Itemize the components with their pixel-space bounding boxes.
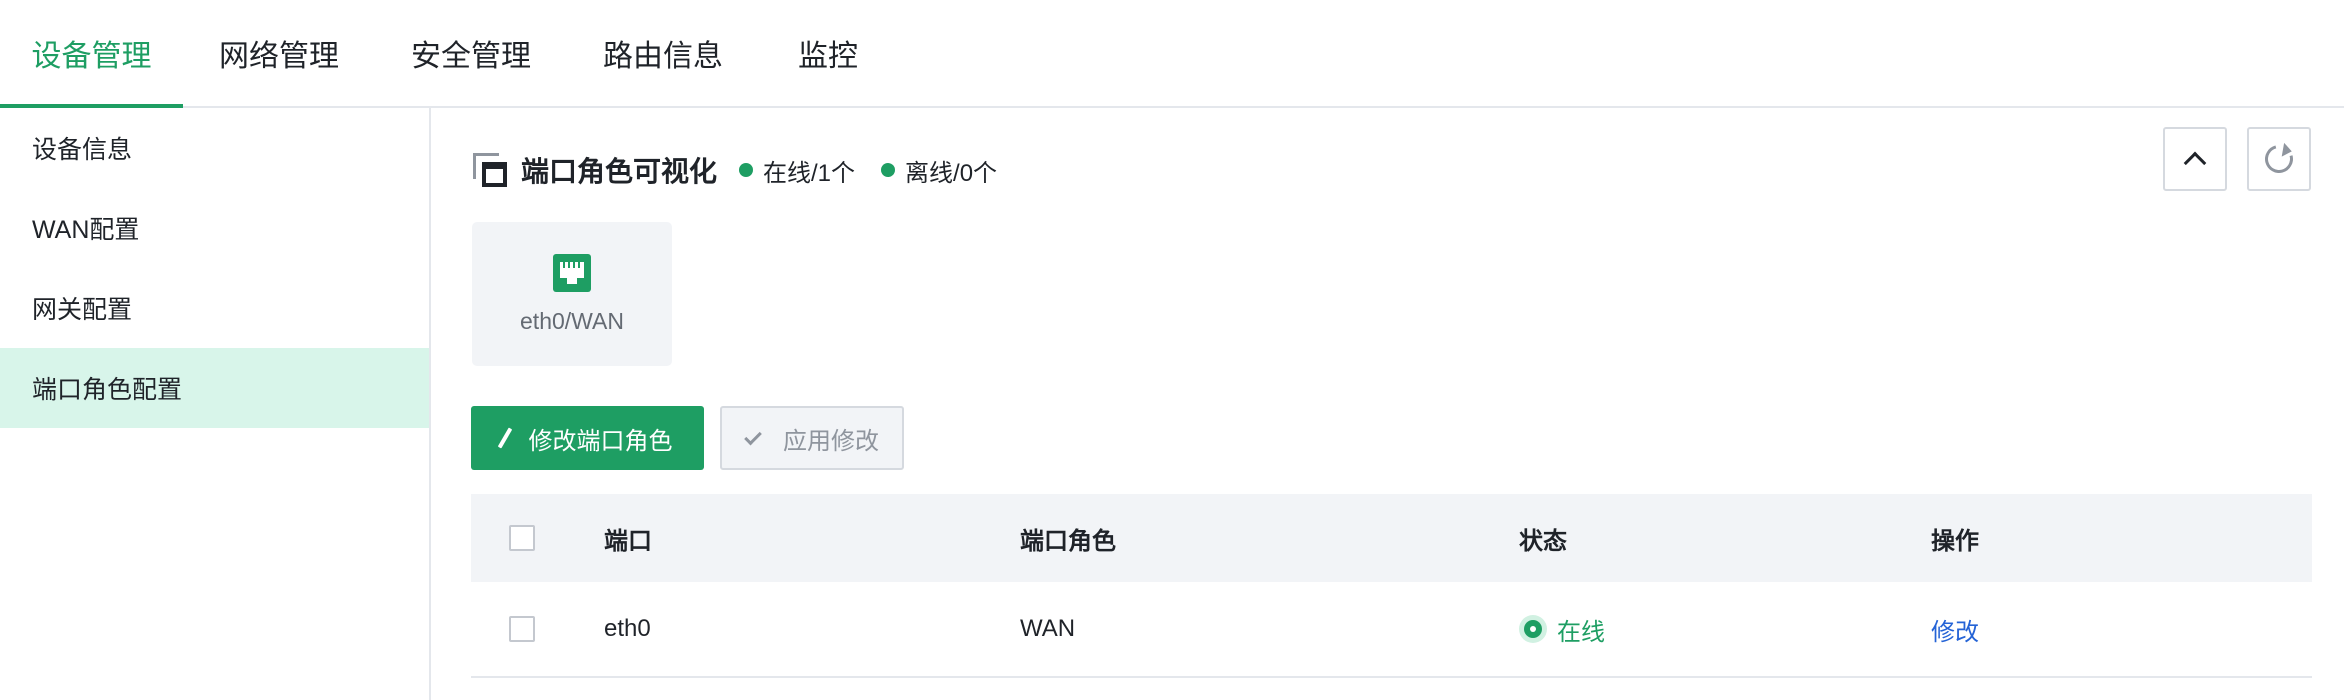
edit-row-link[interactable]: 修改 — [1931, 612, 1979, 647]
column-header-port: 端口 — [604, 527, 652, 555]
cell-port: eth0 — [604, 615, 651, 642]
column-header-action: 操作 — [1931, 527, 1979, 555]
main-content: 端口角色可视化 在线/1个 离线/0个 eth0/WAN 修改端口角色 应用修改… — [431, 108, 2344, 700]
online-status-icon — [1519, 615, 1547, 643]
sidebar-item-gateway-config[interactable]: 网关配置 — [0, 268, 429, 348]
status-badge: 在线 — [1557, 618, 1605, 646]
edit-port-role-label: 修改端口角色 — [528, 427, 673, 455]
tab-routing-info[interactable]: 路由信息 — [584, 0, 742, 106]
tab-monitoring[interactable]: 监控 — [784, 0, 872, 106]
ethernet-port-icon — [553, 253, 591, 292]
offline-summary: 离线/0个 — [905, 159, 998, 187]
cell-role: WAN — [1020, 615, 1076, 642]
select-all-checkbox[interactable] — [509, 525, 535, 551]
sidebar-item-wan-config[interactable]: WAN配置 — [0, 188, 429, 268]
row-checkbox[interactable] — [509, 616, 535, 642]
tab-network-management[interactable]: 网络管理 — [200, 0, 358, 106]
sidebar: 设备信息 WAN配置 网关配置 端口角色配置 — [0, 108, 431, 700]
panel-title: 端口角色可视化 — [521, 156, 718, 187]
table-header: 端口 端口角色 状态 操作 — [471, 494, 2312, 582]
apply-changes-button[interactable]: 应用修改 — [720, 406, 904, 470]
top-nav: 设备管理 网络管理 安全管理 路由信息 监控 — [0, 0, 2344, 108]
column-header-status: 状态 — [1519, 527, 1567, 555]
port-table: 端口 端口角色 状态 操作 eth0 WAN 在线 修改 — [471, 494, 2312, 678]
refresh-button[interactable] — [2247, 127, 2311, 191]
cell-status: 在线 — [1519, 582, 1605, 676]
pencil-icon — [497, 427, 512, 449]
online-summary: 在线/1个 — [763, 159, 856, 187]
panel-header: 端口角色可视化 在线/1个 离线/0个 — [473, 148, 1023, 192]
offline-dot-icon — [881, 163, 896, 177]
window-stack-icon — [473, 153, 507, 187]
apply-changes-label: 应用修改 — [783, 427, 879, 455]
tab-security-management[interactable]: 安全管理 — [392, 0, 550, 106]
sidebar-item-port-role-config[interactable]: 端口角色配置 — [0, 348, 429, 428]
table-row: eth0 WAN 在线 修改 — [471, 582, 2312, 678]
tab-device-management[interactable]: 设备管理 — [0, 0, 183, 108]
column-header-role: 端口角色 — [1020, 527, 1116, 555]
edit-port-role-button[interactable]: 修改端口角色 — [471, 406, 704, 470]
sidebar-item-device-info[interactable]: 设备信息 — [0, 108, 429, 188]
chevron-up-icon — [2183, 151, 2207, 175]
port-card-eth0[interactable]: eth0/WAN — [472, 222, 672, 366]
refresh-icon — [2259, 139, 2299, 179]
check-icon — [744, 427, 762, 445]
collapse-button[interactable] — [2163, 127, 2227, 191]
port-card-label: eth0/WAN — [520, 307, 624, 334]
online-dot-icon — [739, 163, 754, 177]
